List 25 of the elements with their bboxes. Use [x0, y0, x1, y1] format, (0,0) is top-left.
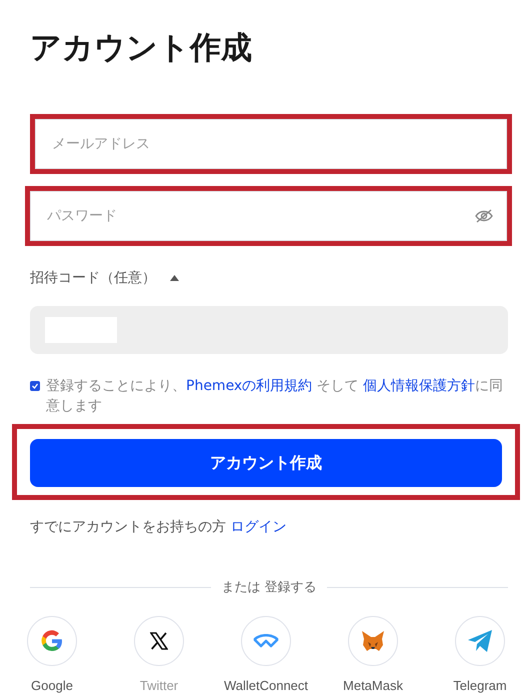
- privacy-link[interactable]: 個人情報保護方針: [363, 378, 476, 394]
- agreement-text: 登録することにより、Phemexの利用規約 そして 個人情報保護方針に同意します: [46, 377, 504, 416]
- social-login-label: WalletConnect: [224, 678, 308, 693]
- social-login-label: Twitter: [140, 678, 178, 693]
- wave-icon: [253, 634, 279, 648]
- fox-icon: [361, 630, 385, 652]
- page-title: アカウント作成: [30, 29, 253, 68]
- paper-plane-icon: [467, 629, 493, 653]
- caret-icon[interactable]: [170, 275, 179, 281]
- divider-text: または 登録する: [221, 579, 317, 596]
- social-login-label: Google: [31, 678, 73, 693]
- login-link[interactable]: ログイン: [230, 519, 286, 535]
- social-login-label: Telegram: [453, 678, 507, 693]
- invite-code-label: 招待コード（任意）: [30, 269, 156, 287]
- create-account-button[interactable]: アカウント作成: [30, 439, 502, 487]
- login-prompt: すでにアカウントをお持ちの方 ログイン: [30, 518, 288, 536]
- social-login-button[interactable]: [134, 616, 184, 666]
- email-field[interactable]: メールアドレス: [35, 119, 507, 169]
- checkbox[interactable]: [30, 381, 40, 391]
- social-login-label: MetaMask: [343, 678, 403, 693]
- password-field[interactable]: パスワード: [30, 191, 507, 241]
- x-icon: [150, 632, 168, 650]
- terms-link[interactable]: Phemexの利用規約: [186, 378, 312, 394]
- google-icon: [40, 629, 64, 653]
- eye-hidden-icon[interactable]: [475, 209, 493, 223]
